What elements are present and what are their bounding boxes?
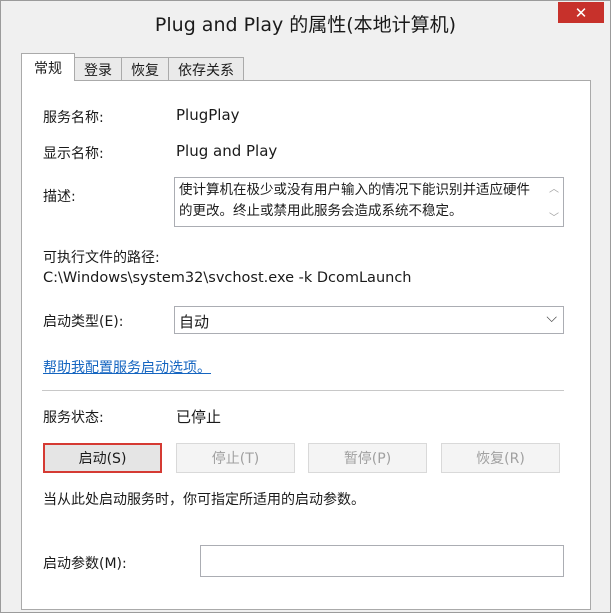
tab-strip: 常规 登录 恢复 依存关系 xyxy=(21,53,244,81)
startup-type-value: 自动 xyxy=(179,313,210,331)
start-params-input[interactable] xyxy=(200,545,564,577)
resume-button[interactable]: 恢复(R) xyxy=(441,443,560,473)
description-scrollbar[interactable]: ︿ ﹀ xyxy=(545,178,563,226)
tab-dependencies[interactable]: 依存关系 xyxy=(168,57,244,81)
start-params-label: 启动参数(M): xyxy=(43,556,127,572)
start-button[interactable]: 启动(S) xyxy=(43,443,162,473)
description-box[interactable]: 使计算机在极少或没有用户输入的情况下能识别并适应硬件的更改。终止或禁用此服务会造… xyxy=(174,177,564,227)
scroll-down-icon[interactable]: ﹀ xyxy=(549,209,559,224)
tab-logon[interactable]: 登录 xyxy=(74,57,122,81)
service-status-label: 服务状态: xyxy=(43,410,104,426)
service-status-value: 已停止 xyxy=(176,408,222,426)
startup-type-label: 启动类型(E): xyxy=(43,314,124,330)
properties-dialog: Plug and Play 的属性(本地计算机) ✕ 常规 登录 恢复 依存关系… xyxy=(0,0,611,613)
description-label: 描述: xyxy=(43,189,76,205)
tab-recovery[interactable]: 恢复 xyxy=(121,57,169,81)
executable-path-label: 可执行文件的路径: xyxy=(43,250,160,266)
general-panel: 服务名称: PlugPlay 显示名称: Plug and Play 描述: 使… xyxy=(21,80,591,610)
start-params-hint: 当从此处启动服务时，你可指定所适用的启动参数。 xyxy=(43,492,365,508)
startup-type-select[interactable]: 自动 ⌵ xyxy=(174,306,564,334)
display-name-label: 显示名称: xyxy=(43,146,104,162)
stop-button[interactable]: 停止(T) xyxy=(176,443,295,473)
display-name-value: Plug and Play xyxy=(176,142,278,160)
service-name-value: PlugPlay xyxy=(176,106,240,124)
help-link[interactable]: 帮助我配置服务启动选项。 xyxy=(43,357,211,377)
divider xyxy=(42,390,564,391)
close-icon: ✕ xyxy=(574,3,588,22)
executable-path-value: C:\Windows\system32\svchost.exe -k DcomL… xyxy=(43,270,412,286)
tab-general[interactable]: 常规 xyxy=(21,53,75,81)
window-title: Plug and Play 的属性(本地计算机) xyxy=(154,14,457,36)
service-name-label: 服务名称: xyxy=(43,110,104,126)
title-bar: Plug and Play 的属性(本地计算机) ✕ xyxy=(1,1,610,43)
scroll-up-icon[interactable]: ︿ xyxy=(549,180,559,195)
chevron-down-icon: ⌵ xyxy=(546,310,557,326)
close-button[interactable]: ✕ xyxy=(558,2,604,23)
pause-button[interactable]: 暂停(P) xyxy=(308,443,427,473)
description-text: 使计算机在极少或没有用户输入的情况下能识别并适应硬件的更改。终止或禁用此服务会造… xyxy=(179,182,530,219)
